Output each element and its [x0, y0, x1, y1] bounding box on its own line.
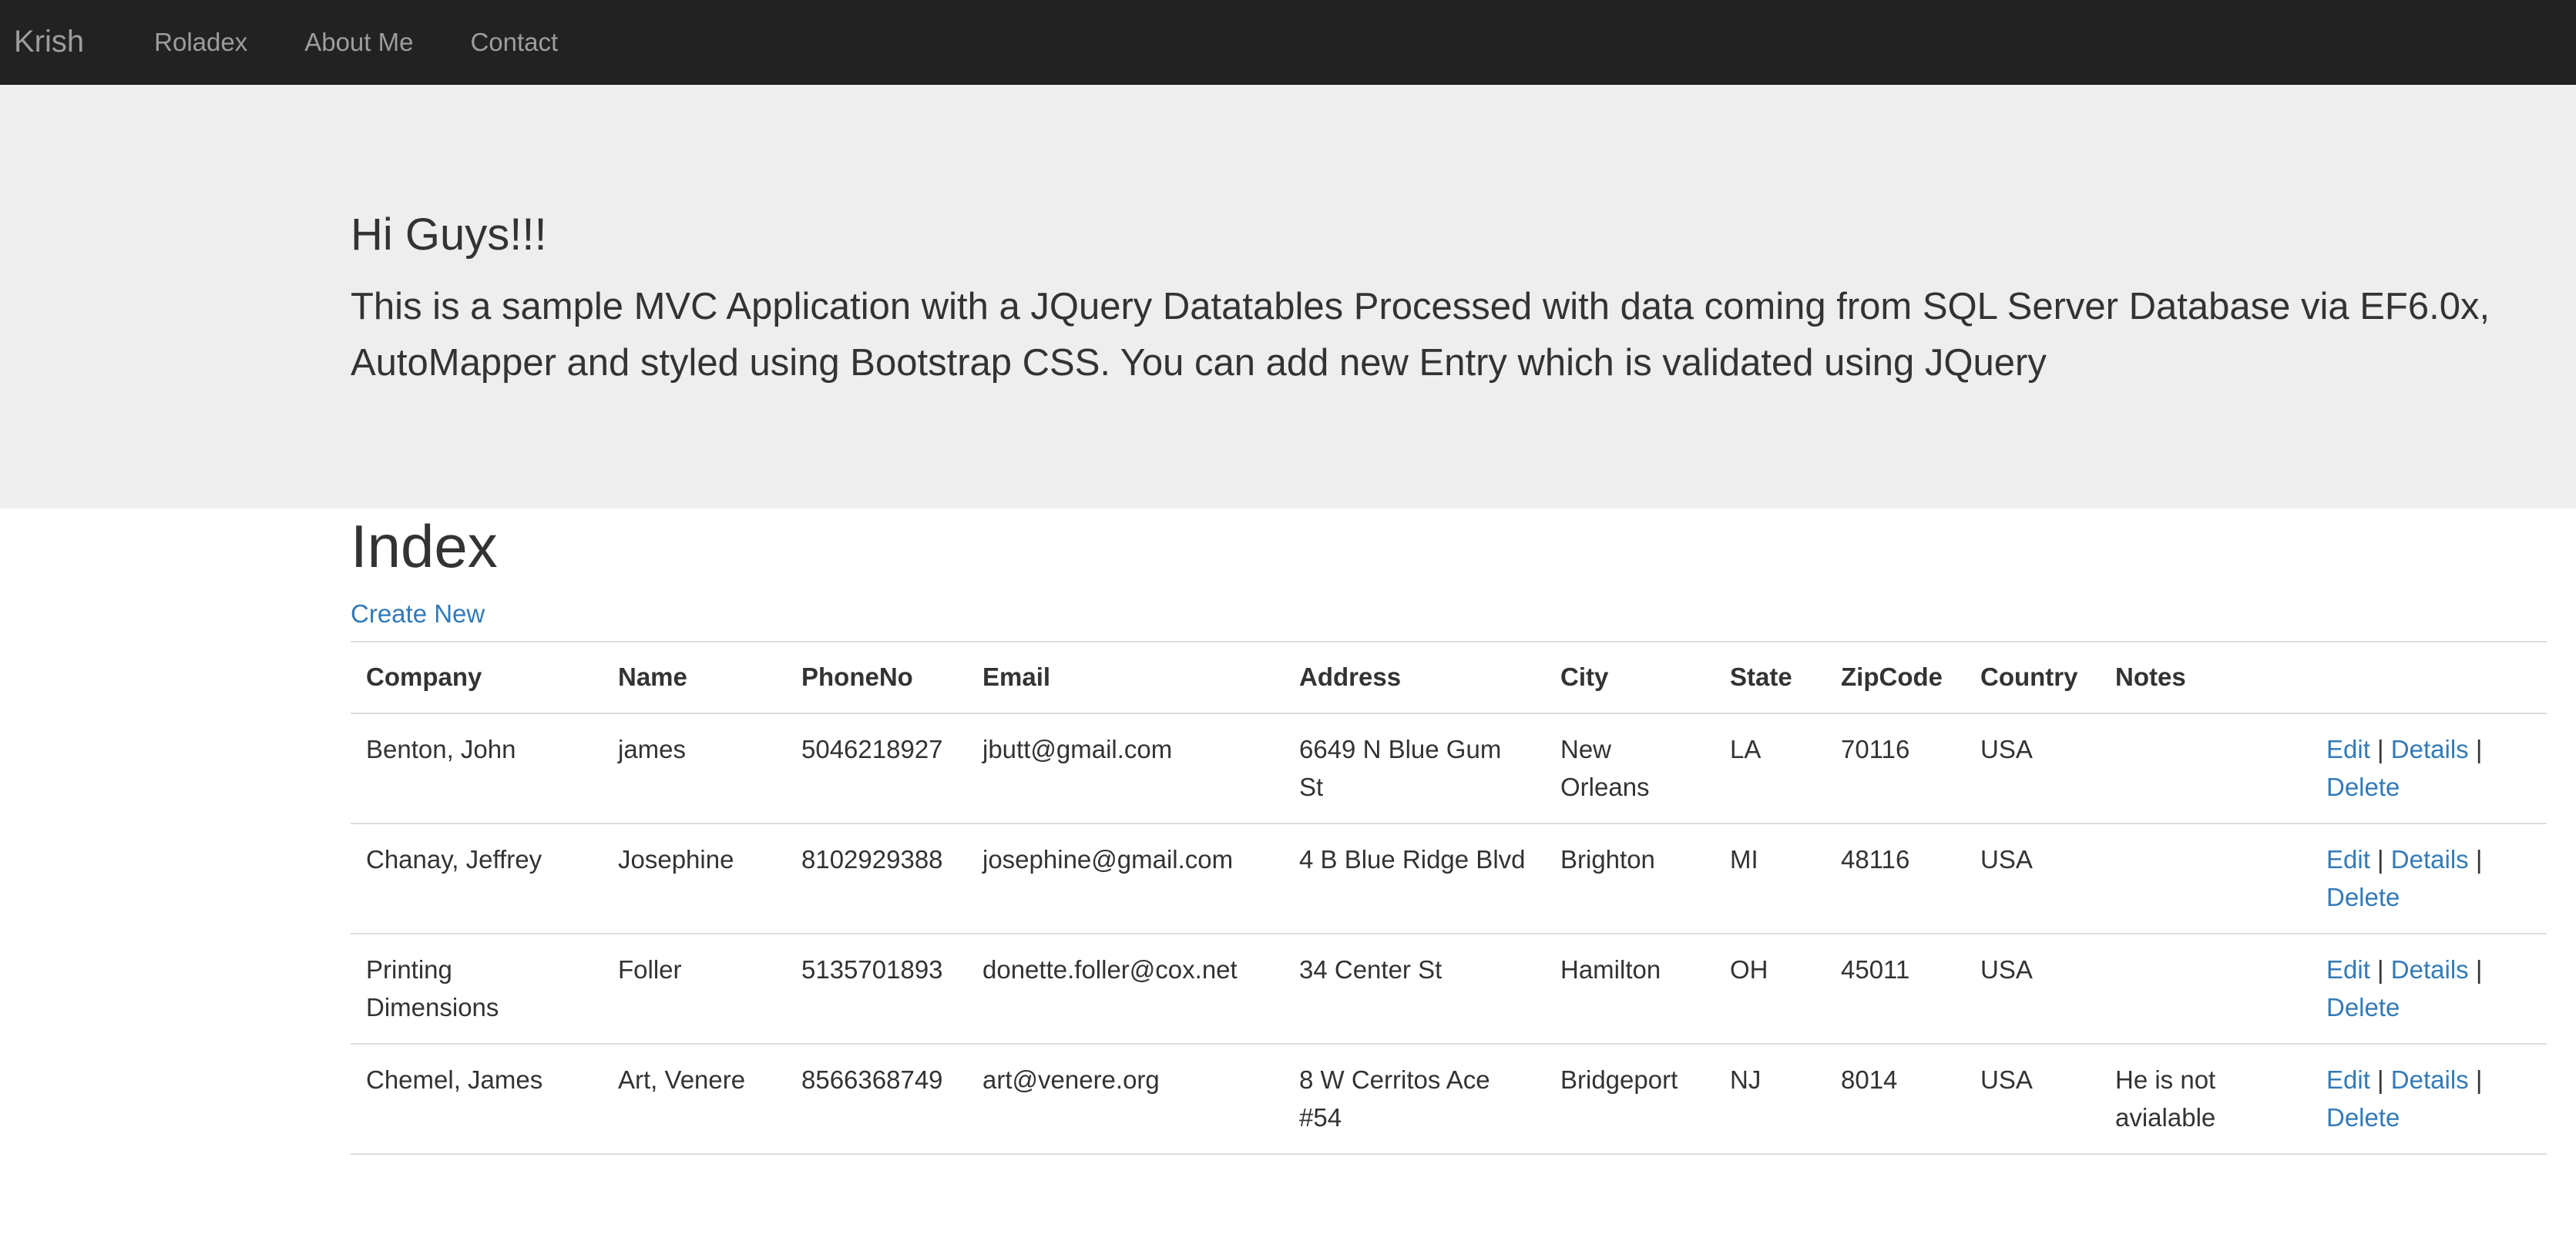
- cell-name: Josephine: [618, 845, 734, 874]
- edit-link[interactable]: Edit: [2326, 735, 2370, 763]
- cell-name: james: [618, 735, 687, 764]
- cell-email: donette.foller@cox.net: [982, 955, 1238, 985]
- action-separator: |: [2475, 1065, 2483, 1095]
- column-header-zipcode[interactable]: ZipCode: [1825, 642, 1965, 713]
- edit-link[interactable]: Edit: [2326, 1065, 2370, 1094]
- cell-country: USA: [1980, 955, 2033, 985]
- cell-email: jbutt@gmail.com: [982, 735, 1173, 764]
- cell-notes: [2100, 824, 2311, 934]
- cell-address: 8 W Cerritos Ace #54: [1299, 1065, 1490, 1132]
- cell-city: Hamilton: [1560, 955, 1661, 985]
- cell-actions: Edit | Details | Delete: [2311, 824, 2547, 934]
- action-separator: |: [2475, 735, 2483, 764]
- action-separator: |: [2377, 1065, 2384, 1095]
- cell-state: LA: [1730, 735, 1762, 764]
- cell-company: Chemel, James: [366, 1065, 543, 1095]
- column-header-company[interactable]: Company: [351, 642, 603, 713]
- cell-state: MI: [1730, 845, 1758, 874]
- cell-address: 4 B Blue Ridge Blvd: [1299, 845, 1526, 874]
- top-navbar: Krish Roladex About Me Contact: [0, 0, 2576, 85]
- action-separator: |: [2377, 735, 2384, 764]
- cell-state: NJ: [1730, 1065, 1762, 1095]
- cell-company: Benton, John: [366, 735, 516, 764]
- cell-phone: 8102929388: [801, 845, 943, 874]
- cell-actions: Edit | Details | Delete: [2311, 934, 2547, 1044]
- column-header-city[interactable]: City: [1545, 642, 1715, 713]
- cell-email: art@venere.org: [982, 1065, 1160, 1095]
- jumbotron-title: Hi Guys!!!: [351, 210, 547, 260]
- cell-name: Art, Venere: [618, 1065, 746, 1095]
- cell-phone: 5046218927: [801, 735, 943, 764]
- details-link[interactable]: Details: [2391, 735, 2469, 763]
- delete-link[interactable]: Delete: [2326, 1103, 2400, 1132]
- delete-link[interactable]: Delete: [2326, 883, 2400, 911]
- cell-company: Chanay, Jeffrey: [366, 845, 542, 874]
- cell-company: Printing Dimensions: [366, 955, 499, 1022]
- table-row: Printing Dimensions Foller 5135701893 do…: [351, 934, 2547, 1045]
- cell-city: New Orleans: [1560, 735, 1650, 802]
- cell-actions: Edit | Details | Delete: [2311, 1044, 2547, 1154]
- column-header-actions: [2311, 642, 2547, 713]
- contacts-table: Company Name PhoneNo Email Address City …: [351, 641, 2547, 1155]
- brand-link[interactable]: Krish: [0, 25, 126, 59]
- jumbotron-content: Hi Guys!!! This is a sample MVC Applicat…: [351, 208, 2507, 391]
- nav-link-roladex[interactable]: Roladex: [126, 28, 276, 57]
- cell-city: Bridgeport: [1560, 1065, 1678, 1095]
- cell-notes: [2100, 934, 2311, 1044]
- table-row: Chanay, Jeffrey Josephine 8102929388 jos…: [351, 824, 2547, 934]
- column-header-country[interactable]: Country: [1965, 642, 2100, 713]
- edit-link[interactable]: Edit: [2326, 845, 2370, 874]
- action-separator: |: [2475, 845, 2483, 874]
- table-row: Benton, John james 5046218927 jbutt@gmai…: [351, 713, 2547, 824]
- nav-link-contact[interactable]: Contact: [442, 28, 586, 57]
- cell-zipcode: 48116: [1841, 845, 1910, 874]
- main-content: Index Create New Company Name PhoneNo Em…: [351, 508, 2547, 1155]
- column-header-address[interactable]: Address: [1284, 642, 1545, 713]
- cell-actions: Edit | Details | Delete: [2311, 713, 2547, 824]
- column-header-name[interactable]: Name: [603, 642, 786, 713]
- cell-address: 6649 N Blue Gum St: [1299, 735, 1502, 802]
- cell-name: Foller: [618, 955, 682, 985]
- create-new-link[interactable]: Create New: [351, 599, 485, 629]
- cell-state: OH: [1730, 955, 1768, 985]
- cell-city: Brighton: [1560, 845, 1655, 874]
- cell-notes: He is not avialable: [2115, 1065, 2216, 1132]
- delete-link[interactable]: Delete: [2326, 773, 2400, 801]
- details-link[interactable]: Details: [2391, 1065, 2469, 1094]
- action-separator: |: [2377, 955, 2384, 985]
- column-header-phoneno[interactable]: PhoneNo: [786, 642, 967, 713]
- table-header-row: Company Name PhoneNo Email Address City …: [351, 642, 2547, 714]
- cell-notes: [2100, 713, 2311, 824]
- cell-country: USA: [1980, 845, 2033, 874]
- action-separator: |: [2377, 845, 2384, 874]
- column-header-state[interactable]: State: [1715, 642, 1825, 713]
- edit-link[interactable]: Edit: [2326, 955, 2370, 984]
- cell-phone: 5135701893: [801, 955, 943, 985]
- cell-address: 34 Center St: [1299, 955, 1442, 985]
- action-separator: |: [2475, 955, 2483, 985]
- delete-link[interactable]: Delete: [2326, 993, 2400, 1021]
- details-link[interactable]: Details: [2391, 955, 2469, 984]
- nav-link-about-me[interactable]: About Me: [276, 28, 442, 57]
- jumbotron: Hi Guys!!! This is a sample MVC Applicat…: [0, 85, 2576, 508]
- cell-phone: 8566368749: [801, 1065, 943, 1095]
- column-header-notes[interactable]: Notes: [2100, 642, 2311, 713]
- column-header-email[interactable]: Email: [967, 642, 1284, 713]
- details-link[interactable]: Details: [2391, 845, 2469, 874]
- table-row: Chemel, James Art, Venere 8566368749 art…: [351, 1044, 2547, 1155]
- cell-country: USA: [1980, 1065, 2033, 1095]
- cell-zipcode: 8014: [1841, 1065, 1898, 1095]
- cell-country: USA: [1980, 735, 2033, 764]
- cell-email: josephine@gmail.com: [982, 845, 1234, 874]
- page-title: Index: [351, 512, 498, 580]
- cell-zipcode: 70116: [1841, 735, 1910, 764]
- jumbotron-lead: This is a sample MVC Application with a …: [351, 285, 2490, 384]
- cell-zipcode: 45011: [1841, 955, 1910, 985]
